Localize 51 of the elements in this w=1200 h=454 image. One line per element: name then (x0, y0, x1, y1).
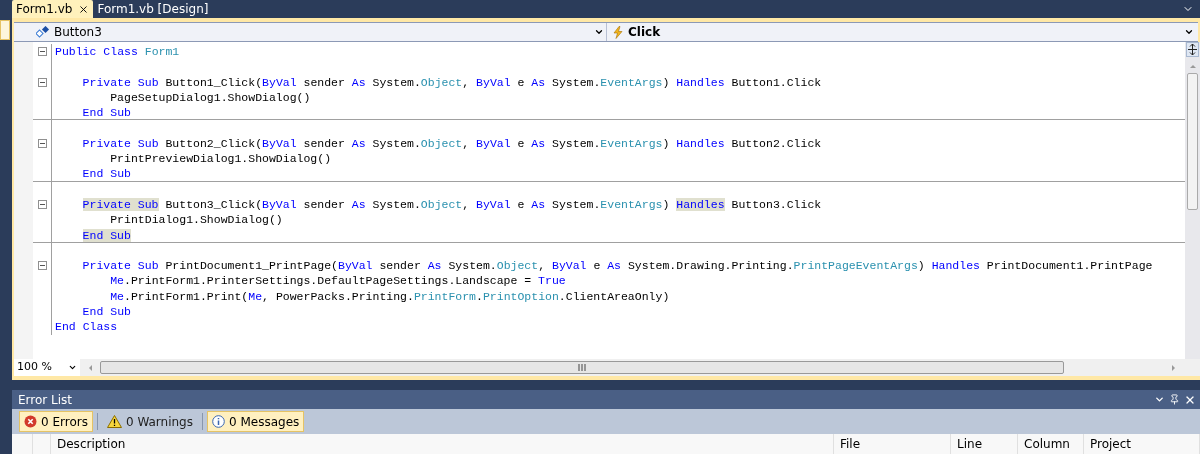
collapse-icon[interactable] (37, 138, 47, 148)
code-line: Private Sub PrintDocument1_PrintPage(ByVal sender As System.Object, ByVal e As System.Drawing.Printing.PrintPageEventArgs) Handles PrintDocument1.PrintPage (51, 258, 1153, 274)
code-line: End Sub (51, 304, 131, 320)
collapse-icon[interactable] (37, 200, 47, 210)
code-line: PrintPreviewDialog1.ShowDialog() (51, 151, 332, 167)
info-icon (212, 415, 225, 428)
dropdown-icon[interactable] (1154, 394, 1165, 405)
code-line: Public Class Form1 (51, 44, 180, 60)
code-line: End Sub (51, 166, 131, 181)
column-header[interactable]: Line (951, 434, 1018, 454)
filter-button[interactable]: 0 Messages (207, 411, 305, 432)
code-line: PrintDialog1.ShowDialog() (51, 212, 283, 228)
editor-tab[interactable]: Form1.vb [Design] (93, 0, 213, 18)
object-dropdown[interactable]: Button3 (14, 23, 607, 41)
column-header[interactable]: Column (1018, 434, 1084, 454)
filter-button[interactable]: 0 Errors (19, 411, 93, 432)
zoom-dropdown[interactable]: 100 % (14, 359, 80, 376)
member-dropdown[interactable]: Click (609, 23, 1198, 41)
object-name: Button3 (54, 24, 102, 41)
code-line: Me.PrintForm1.Print(Me, PowerPacks.Printing.PrintForm.PrintOption.ClientAreaOnly) (51, 288, 670, 305)
panel-title: Error List (18, 391, 73, 409)
pin-icon[interactable] (1169, 394, 1180, 405)
code-line: End Class (51, 319, 118, 335)
column-header[interactable]: Description (51, 434, 834, 454)
split-handle-icon[interactable] (1186, 42, 1199, 57)
editor-tab[interactable]: Form1.vb (12, 0, 94, 18)
code-line: End Sub (51, 227, 131, 242)
scroll-thumb[interactable] (1187, 73, 1198, 210)
member-name: Click (628, 24, 661, 41)
lightning-icon (613, 25, 623, 39)
vertical-scrollbar[interactable] (1185, 42, 1200, 359)
warning-icon (106, 415, 122, 428)
horizontal-scroll-thumb[interactable] (100, 361, 1064, 374)
error-icon (24, 415, 37, 428)
column-header[interactable]: Project (1084, 434, 1200, 454)
code-line: Me.PrintForm1.PrinterSettings.DefaultPageSettings.Landscape = True (51, 273, 566, 289)
close-icon[interactable] (78, 3, 90, 15)
filter-button[interactable]: 0 Warnings (101, 411, 198, 432)
object-icon (36, 26, 50, 38)
collapse-icon[interactable] (37, 261, 47, 271)
collapse-icon[interactable] (37, 77, 47, 87)
caret-icon (594, 27, 604, 37)
code-line: Private Sub Button2_Click(ByVal sender As System.Object, ByVal e As System.EventArgs) Handles Button2.Click (51, 135, 822, 152)
collapse-icon[interactable] (37, 47, 47, 57)
code-line: End Sub (51, 105, 131, 120)
caret-icon (68, 363, 77, 372)
code-line: Private Sub Button3_Click(ByVal sender As System.Object, ByVal e As System.EventArgs) Handles Button3.Click (51, 196, 822, 213)
column-header[interactable]: File (834, 434, 951, 454)
code-line: Private Sub Button1_Click(ByVal sender As System.Object, ByVal e As System.EventArgs) Handles Button1.Click (51, 74, 822, 90)
code-line: PageSetupDialog1.ShowDialog() (51, 89, 311, 106)
caret-icon (1184, 27, 1194, 37)
